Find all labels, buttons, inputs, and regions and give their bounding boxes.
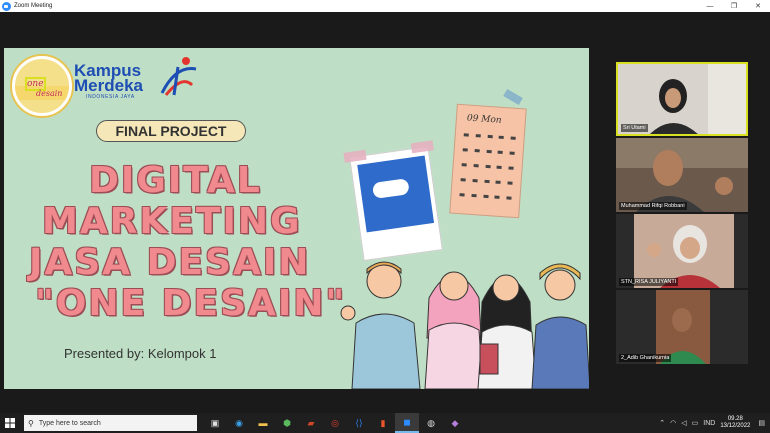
window-title: Zoom Meeting xyxy=(14,3,53,9)
title-bar: Zoom Meeting — ❐ ✕ xyxy=(0,0,770,12)
obs-icon[interactable]: ◍ xyxy=(419,413,443,433)
person-illustration-4 xyxy=(531,263,589,389)
chrome-icon[interactable]: ◎ xyxy=(323,413,347,433)
shared-screen-slide: one desain Kampus Merdeka INDONESIA JAYA… xyxy=(4,48,589,389)
vscode-icon[interactable]: ⟨⟩ xyxy=(347,413,371,433)
zoom-window: Zoom Meeting — ❐ ✕ one desain Kampus Mer… xyxy=(0,0,770,433)
volume-icon[interactable]: ◁ xyxy=(681,419,686,427)
system-tray: ⌃ ◠ ◁ ▭ IND 09.28 13/12/2022 ▤ xyxy=(659,413,770,433)
meeting-stage: one desain Kampus Merdeka INDONESIA JAYA… xyxy=(0,12,770,413)
participant-video xyxy=(616,138,748,212)
search-icon: ⚲ xyxy=(28,418,34,428)
minimize-icon[interactable]: — xyxy=(698,0,722,12)
title-line-1: DIGITAL xyxy=(89,160,262,201)
powerpoint-icon[interactable]: ▰ xyxy=(299,413,323,433)
wifi-icon[interactable]: ◠ xyxy=(670,419,676,427)
participant-video xyxy=(616,290,748,364)
file-explorer-icon[interactable]: ▬ xyxy=(251,413,275,433)
participant-tile[interactable]: Sri Utami xyxy=(616,62,748,136)
clock[interactable]: 09.28 13/12/2022 xyxy=(720,416,750,430)
participant-tile[interactable]: Muhammad Rifqi Robbani xyxy=(616,138,748,212)
store-icon[interactable]: ⬢ xyxy=(275,413,299,433)
close-icon[interactable]: ✕ xyxy=(746,0,770,12)
language-indicator[interactable]: IND xyxy=(703,420,715,427)
windows-logo-icon xyxy=(5,418,15,428)
participant-video xyxy=(616,214,748,288)
one-desain-logo: one desain xyxy=(12,56,72,116)
maximize-icon[interactable]: ❐ xyxy=(722,0,746,12)
start-button[interactable] xyxy=(0,413,20,433)
zoom-logo-icon xyxy=(2,1,11,11)
task-view-icon[interactable]: ▣ xyxy=(203,413,227,433)
title-line-2: MARKETING xyxy=(42,201,302,242)
chevron-up-icon[interactable]: ⌃ xyxy=(659,419,665,427)
kampus-merdeka-logo: Kampus Merdeka INDONESIA JAYA xyxy=(74,61,143,100)
zoom-taskbar-icon[interactable]: ◼ xyxy=(395,413,419,433)
office-icon[interactable]: ▮ xyxy=(371,413,395,433)
battery-icon[interactable]: ▭ xyxy=(692,419,699,427)
polaroid-sky-illustration xyxy=(343,140,443,262)
edge-icon[interactable]: ◉ xyxy=(227,413,251,433)
calendar-illustration: 09 Mon xyxy=(449,103,527,219)
participant-tile[interactable]: 2_Adib Ghanikurnia xyxy=(616,290,748,364)
notification-icon[interactable]: ▤ xyxy=(758,419,765,427)
kampus-merdeka-mark-icon xyxy=(160,57,197,96)
app-icon[interactable]: ◆ xyxy=(443,413,467,433)
taskbar-search[interactable]: ⚲ Type here to search xyxy=(24,415,197,431)
participant-gallery: Sri Utami Muhammad Rifqi Robbani STN_RIS… xyxy=(612,60,752,382)
final-project-badge: FINAL PROJECT xyxy=(96,120,246,142)
title-line-4: "ONE DESAIN" xyxy=(35,283,347,324)
presented-by-text: Presented by: Kelompok 1 xyxy=(64,346,217,361)
windows-taskbar: ⚲ Type here to search ▣ ◉ ▬ ⬢ ▰ ◎ ⟨⟩ ▮ ◼… xyxy=(0,413,770,433)
participant-tile[interactable]: STN_RISA JULIYANTI xyxy=(616,214,748,288)
title-line-3: JASA DESAIN xyxy=(29,242,311,283)
